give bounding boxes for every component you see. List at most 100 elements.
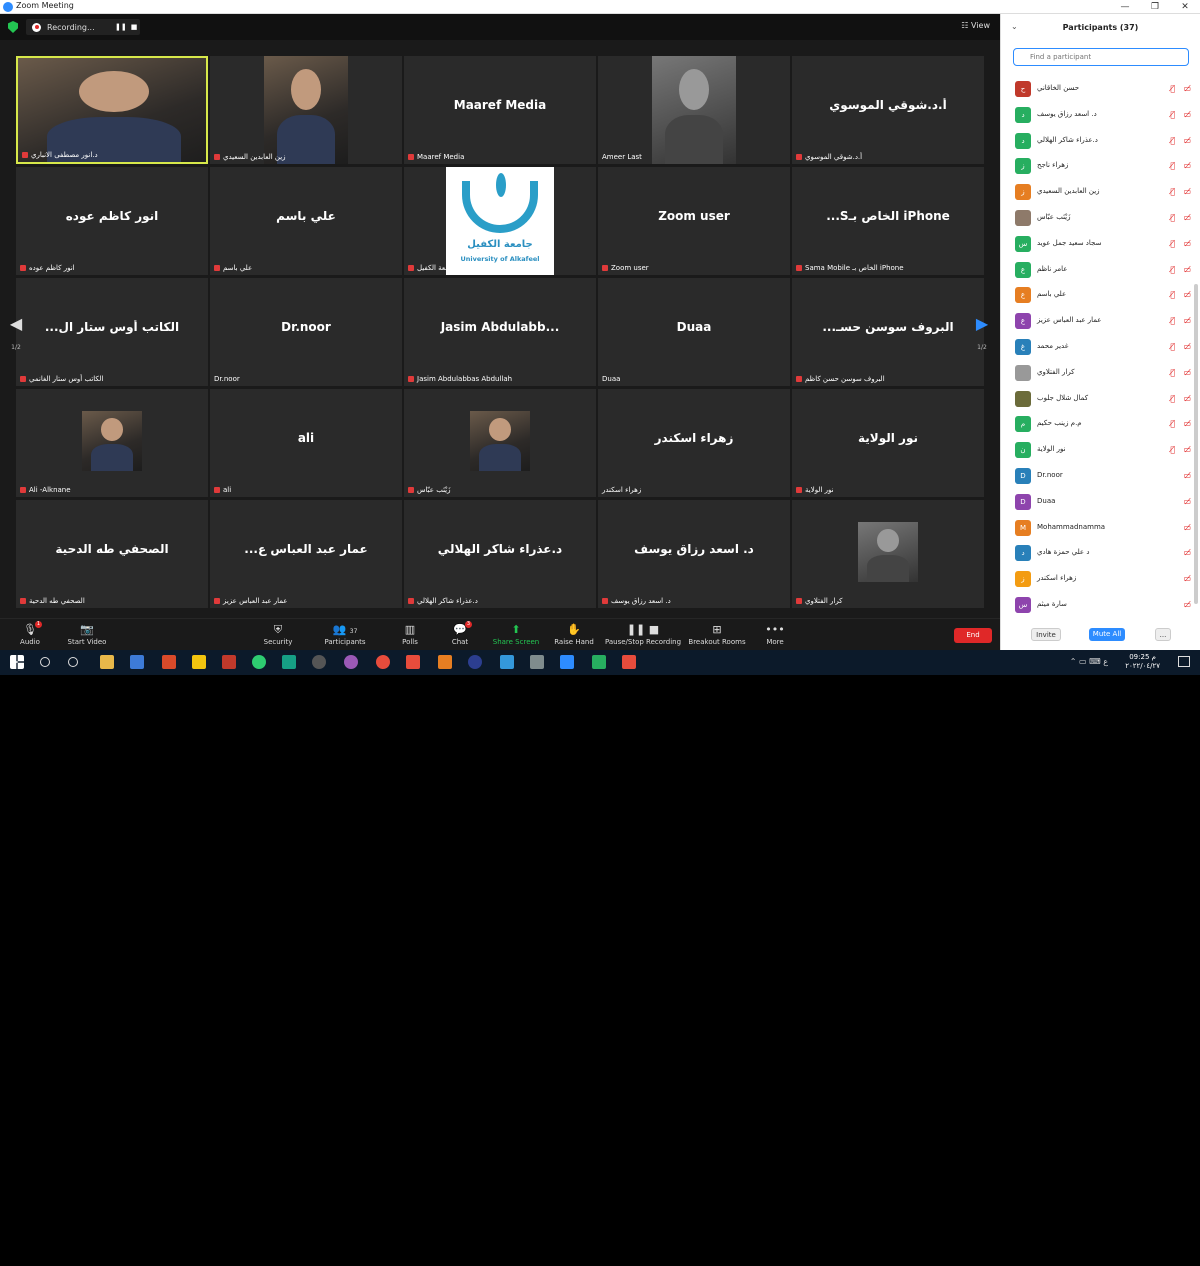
security-button[interactable]: ⛨ Security — [258, 619, 298, 651]
participant-row[interactable]: كمال شلال جلوب 🎙̸ ▭̸ — [1001, 386, 1197, 412]
app-icon-11[interactable] — [406, 655, 420, 669]
video-tile[interactable]: د.انور مصطفى الانباري — [16, 56, 208, 164]
video-off-icon[interactable]: ▭̸ — [1183, 213, 1191, 222]
video-tile[interactable]: نور الولاية نور الولاية — [792, 389, 984, 497]
close-button[interactable]: ✕ — [1170, 0, 1200, 14]
video-off-icon[interactable]: ▭̸ — [1183, 342, 1191, 351]
video-off-icon[interactable]: ▭̸ — [1183, 239, 1191, 248]
participant-row[interactable]: د د.عذراء شاكر الهلالي 🎙̸ ▭̸ — [1001, 128, 1197, 154]
audio-button[interactable]: 🎙 1 Audio — [12, 619, 48, 651]
participant-row[interactable]: غ غدير محمد 🎙̸ ▭̸ — [1001, 334, 1197, 360]
video-off-icon[interactable]: ▭̸ — [1183, 265, 1191, 274]
app-icon-9[interactable] — [344, 655, 358, 669]
video-tile[interactable]: علي باسم علي باسم — [210, 167, 402, 275]
participant-row[interactable]: د د. اسعد رزاق يوسف 🎙̸ ▭̸ — [1001, 102, 1197, 128]
participant-row[interactable]: س سارة ميثم ▭̸ — [1001, 592, 1197, 618]
app-icon-3[interactable] — [162, 655, 176, 669]
language-indicator[interactable]: ع — [1103, 657, 1108, 666]
video-tile[interactable]: Jasim Abdulabb... Jasim Abdulabbas Abdull… — [404, 278, 596, 386]
video-off-icon[interactable]: ▭̸ — [1183, 290, 1191, 299]
mic-muted-icon[interactable]: 🎙̸ — [1170, 419, 1175, 428]
view-button[interactable]: ☷ View — [961, 21, 990, 30]
video-tile[interactable]: زهراء اسكندر زهراء اسكندر — [598, 389, 790, 497]
video-tile[interactable]: زَيْنَب عبّاس — [404, 389, 596, 497]
mic-muted-icon[interactable]: 🎙̸ — [1170, 316, 1175, 325]
notification-icon[interactable] — [1178, 656, 1190, 667]
windows-start-icon[interactable] — [10, 655, 24, 669]
mic-muted-icon[interactable]: 🎙̸ — [1170, 368, 1175, 377]
mic-muted-icon[interactable]: 🎙̸ — [1170, 84, 1175, 93]
mic-muted-icon[interactable]: 🎙̸ — [1170, 110, 1175, 119]
app-icon-15[interactable] — [530, 655, 544, 669]
raise-hand-button[interactable]: ✋ Raise Hand — [552, 619, 596, 651]
video-off-icon[interactable]: ▭̸ — [1183, 187, 1191, 196]
participant-search-input[interactable] — [1013, 48, 1189, 66]
participant-row[interactable]: D Dr.noor ▭̸ — [1001, 463, 1197, 489]
participant-row[interactable]: س سجاد سعيد جمل عويد 🎙̸ ▭̸ — [1001, 231, 1197, 257]
system-tray-icons[interactable]: ⌃ ▭ ⌨ ع — [1070, 657, 1108, 666]
participant-row[interactable]: ع عامر ناظم 🎙̸ ▭̸ — [1001, 257, 1197, 283]
video-tile[interactable]: Maaref Media Maaref Media — [404, 56, 596, 164]
video-off-icon[interactable]: ▭̸ — [1183, 368, 1191, 377]
video-tile[interactable]: Ameer Last — [598, 56, 790, 164]
video-tile[interactable]: ...Sالخاص بـ iPhone Sama Mobile الخاص بـ … — [792, 167, 984, 275]
participant-row[interactable]: M Mohammadnamma ▭̸ — [1001, 515, 1197, 541]
video-tile[interactable]: الصحفي طه الدحية الصحفي طه الدحية — [16, 500, 208, 608]
video-tile[interactable]: ...عمار عبد العباس ع عمار عبد العباس عزيز — [210, 500, 402, 608]
participant-row[interactable]: ح حسن الخاقاني 🎙̸ ▭̸ — [1001, 76, 1197, 102]
participant-row[interactable]: ع علي باسم 🎙̸ ▭̸ — [1001, 282, 1197, 308]
video-off-icon[interactable]: ▭̸ — [1183, 84, 1191, 93]
participant-row[interactable]: د د علي حمزة هادي ▭̸ — [1001, 540, 1197, 566]
search-taskbar-icon[interactable] — [40, 657, 50, 667]
participant-row[interactable]: ز زهراء اسكندر ▭̸ — [1001, 566, 1197, 592]
next-page-button[interactable]: ▶ 1/2 — [970, 304, 994, 360]
video-tile[interactable]: ...البروف سوسن حسـ البروف سوسن حسن كاظم — [792, 278, 984, 386]
app-icon-4[interactable] — [192, 655, 206, 669]
video-tile[interactable]: Dr.noor Dr.noor — [210, 278, 402, 386]
mic-muted-icon[interactable]: 🎙̸ — [1170, 187, 1175, 196]
video-tile[interactable]: Zoom user Zoom user — [598, 167, 790, 275]
video-off-icon[interactable]: ▭̸ — [1183, 600, 1191, 609]
video-off-icon[interactable]: ▭̸ — [1183, 445, 1191, 454]
mic-muted-icon[interactable]: 🎙̸ — [1170, 445, 1175, 454]
mic-muted-icon[interactable]: 🎙̸ — [1170, 239, 1175, 248]
video-off-icon[interactable]: ▭̸ — [1183, 497, 1191, 506]
video-off-icon[interactable]: ▭̸ — [1183, 471, 1191, 480]
clock[interactable]: 09:25 م ٢٠٢٢/٠٤/٢٧ — [1125, 653, 1160, 671]
mic-muted-icon[interactable]: 🎙̸ — [1170, 265, 1175, 274]
video-tile[interactable]: د. اسعد رزاق يوسف د. اسعد رزاق يوسف — [598, 500, 790, 608]
invite-button[interactable]: Invite — [1031, 628, 1061, 641]
prev-page-button[interactable]: ◀ 1/2 — [4, 304, 28, 360]
video-off-icon[interactable]: ▭̸ — [1183, 316, 1191, 325]
video-tile[interactable]: كرار الفتلاوي — [792, 500, 984, 608]
share-screen-button[interactable]: ⬆ Share Screen — [490, 619, 542, 651]
app-icon-5[interactable] — [222, 655, 236, 669]
video-off-icon[interactable]: ▭̸ — [1183, 548, 1191, 557]
breakout-rooms-button[interactable]: ⊞ Breakout Rooms — [688, 619, 746, 651]
video-tile[interactable]: ...الكاتب أوس ستار ال الكاتب أوس ستار الغ… — [16, 278, 208, 386]
video-tile[interactable]: أ.د.شوقي الموسوي أ.د.شوقي الموسوي — [792, 56, 984, 164]
participant-row[interactable]: ز زهراء ناجح 🎙̸ ▭̸ — [1001, 153, 1197, 179]
video-off-icon[interactable]: ▭̸ — [1183, 110, 1191, 119]
participant-row[interactable]: زَيْنَب عبّاس 🎙̸ ▭̸ — [1001, 205, 1197, 231]
video-off-icon[interactable]: ▭̸ — [1183, 136, 1191, 145]
video-tile[interactable]: د.عذراء شاكر الهلالي د.عذراء شاكر الهلالي — [404, 500, 596, 608]
mic-muted-icon[interactable]: 🎙̸ — [1170, 136, 1175, 145]
video-off-icon[interactable]: ▭̸ — [1183, 419, 1191, 428]
participant-list-scrollbar[interactable] — [1194, 284, 1198, 604]
participant-row[interactable]: م م.م زينب حكيم 🎙̸ ▭̸ — [1001, 411, 1197, 437]
mic-muted-icon[interactable]: 🎙̸ — [1170, 161, 1175, 170]
video-off-icon[interactable]: ▭̸ — [1183, 394, 1191, 403]
chrome-icon[interactable] — [376, 655, 390, 669]
participants-button[interactable]: 👥 37 Participants — [320, 619, 370, 651]
minimize-button[interactable]: — — [1110, 0, 1140, 14]
polls-button[interactable]: ▥ Polls — [394, 619, 426, 651]
task-view-icon[interactable] — [68, 657, 78, 667]
mute-all-button[interactable]: Mute All — [1089, 628, 1125, 641]
participant-row[interactable]: ز زين العابدين السعيدي 🎙̸ ▭̸ — [1001, 179, 1197, 205]
security-shield-icon[interactable] — [8, 21, 18, 33]
pause-stop-recording-button[interactable]: ❚❚ ■ Pause/Stop Recording — [604, 619, 682, 651]
file-explorer-icon[interactable] — [100, 655, 114, 669]
app-icon-7[interactable] — [282, 655, 296, 669]
participant-row[interactable]: ن نور الولاية 🎙̸ ▭̸ — [1001, 437, 1197, 463]
